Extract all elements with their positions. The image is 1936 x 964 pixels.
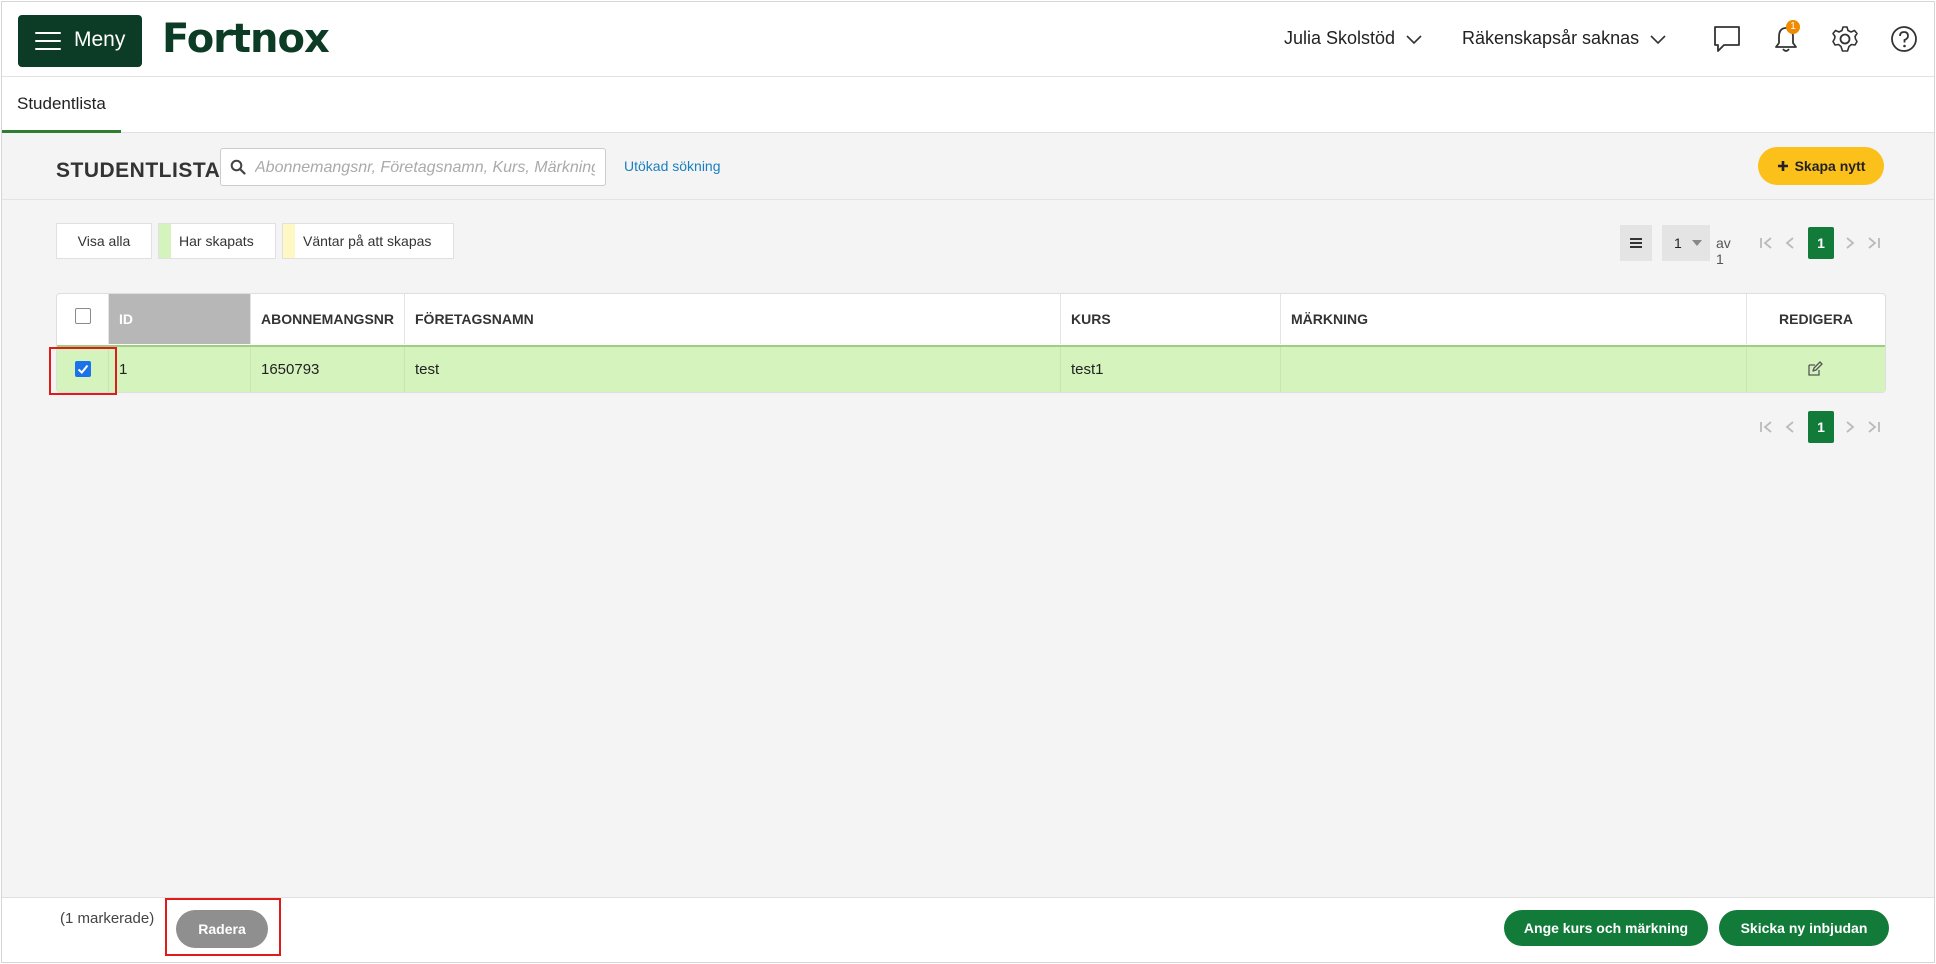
search-input[interactable] [253,149,597,187]
advanced-search-link[interactable]: Utökad sökning [624,158,721,174]
action-footer: (1 markerade) Radera Ange kurs och märkn… [2,897,1934,962]
search-box [220,148,606,187]
select-all-checkbox[interactable] [75,308,91,324]
selected-count: (1 markerade) [60,910,155,927]
list-icon [1630,238,1642,248]
hamburger-icon [35,31,61,51]
menu-label: Meny [74,28,126,51]
current-page-button[interactable]: 1 [1808,227,1834,259]
page-title: STUDENTLISTA [56,159,221,182]
resend-invite-button[interactable]: Skicka ny inbjudan [1719,910,1889,946]
tab-studentlista[interactable]: Studentlista [2,77,121,133]
filter-show-all-label: Visa alla [77,233,131,249]
student-table: ID ABONNEMANGSNR FÖRETAGSNAMN KURS MÄRKN… [56,293,1886,393]
last-page-icon[interactable] [1866,419,1882,435]
filter-created-label: Har skapats [179,233,254,249]
cell-course: test1 [1061,347,1281,392]
top-bar: Meny Fortnox Julia Skolstöd Räkenskapsår… [2,2,1934,77]
plus-icon [1777,161,1788,171]
created-swatch [159,224,171,258]
per-page-value: 1 [1674,235,1682,251]
caret-down-icon [1692,240,1702,246]
user-name: Julia Skolstöd [1284,28,1396,48]
cell-marking [1281,347,1747,392]
column-header-marking[interactable]: MÄRKNING [1281,294,1747,344]
create-new-label: Skapa nytt [1794,158,1866,174]
column-header-subscription[interactable]: ABONNEMANGSNR [251,294,405,344]
cell-id: 1 [109,347,251,392]
next-page-icon[interactable] [1842,419,1858,435]
cell-company: test [405,347,1061,392]
first-page-icon[interactable] [1758,419,1774,435]
search-icon [230,159,246,175]
column-header-company[interactable]: FÖRETAGSNAMN [405,294,1061,344]
set-course-button[interactable]: Ange kurs och märkning [1504,910,1708,946]
next-page-icon[interactable] [1842,235,1858,251]
prev-page-icon[interactable] [1782,419,1798,435]
fiscal-year-dropdown[interactable]: Räkenskapsår saknas [1462,28,1667,49]
list-view-button[interactable] [1620,225,1652,261]
prev-page-icon[interactable] [1782,235,1798,251]
app-window: Meny Fortnox Julia Skolstöd Räkenskapsår… [1,1,1935,963]
fiscal-year-label: Räkenskapsår saknas [1462,28,1640,48]
edit-icon[interactable] [1807,361,1823,377]
filter-created[interactable]: Har skapats [158,223,276,259]
header-select-all-cell [57,294,109,344]
gear-icon[interactable] [1830,24,1860,54]
cell-edit [1747,347,1883,392]
column-header-course[interactable]: KURS [1061,294,1281,344]
table-row[interactable]: 1 1650793 test test1 [57,345,1885,392]
last-page-icon[interactable] [1866,235,1882,251]
filter-show-all[interactable]: Visa alla [56,223,152,259]
user-dropdown[interactable]: Julia Skolstöd [1284,28,1423,49]
per-page-select[interactable]: 1 [1662,225,1710,261]
title-bar: STUDENTLISTA Utökad sökning Skapa nytt [2,133,1934,200]
main-content: STUDENTLISTA Utökad sökning Skapa nytt V… [2,133,1934,897]
column-header-edit: REDIGERA [1779,311,1853,327]
cell-subscription: 1650793 [251,347,405,392]
page-of-label: av 1 [1716,235,1731,267]
filter-pending[interactable]: Väntar på att skapas [282,223,454,259]
filter-pending-label: Väntar på att skapas [303,233,432,249]
menu-button[interactable]: Meny [18,15,142,67]
first-page-icon[interactable] [1758,235,1774,251]
create-new-button[interactable]: Skapa nytt [1758,147,1884,185]
help-icon[interactable] [1889,24,1919,54]
current-page-button[interactable]: 1 [1808,411,1834,443]
chat-icon[interactable] [1712,24,1742,54]
fortnox-logo[interactable]: Fortnox [162,16,330,62]
chevron-down-icon [1650,34,1666,44]
pending-swatch [283,224,295,258]
highlight-row-checkbox [49,347,117,395]
highlight-delete-button [165,898,281,956]
chevron-down-icon [1406,34,1422,44]
notification-badge: 1 [1786,20,1800,34]
tab-bar: Studentlista [2,77,1934,133]
column-header-id[interactable]: ID [109,294,251,344]
